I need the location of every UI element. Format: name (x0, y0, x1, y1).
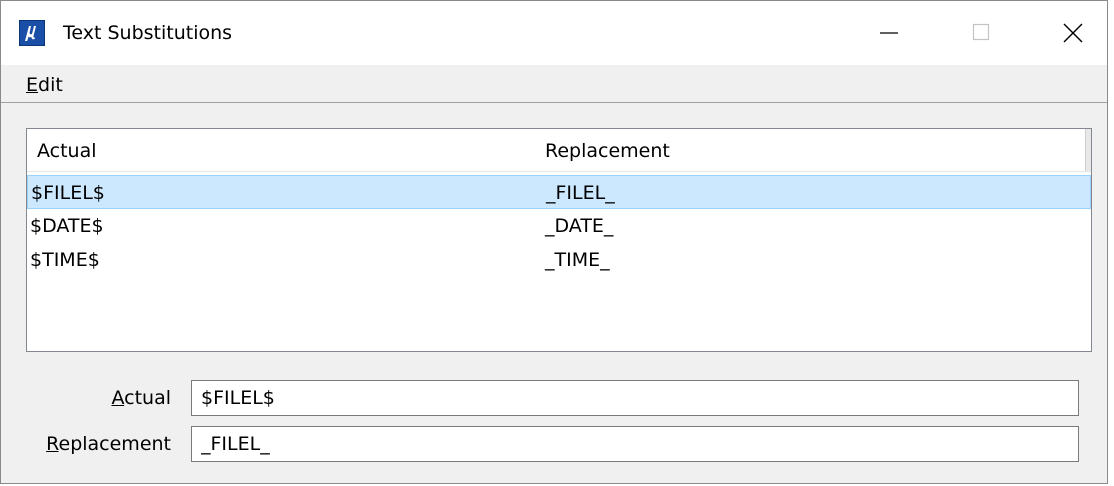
replacement-field-row: Replacement (1, 426, 1107, 462)
table-row[interactable]: $DATE$ _DATE_ (27, 209, 1091, 243)
minimize-icon (880, 32, 898, 34)
minimize-button[interactable] (843, 1, 935, 65)
actual-label: Actual (111, 387, 171, 409)
maximize-icon (972, 23, 990, 41)
maximize-button[interactable] (935, 1, 1027, 65)
close-icon (1063, 23, 1083, 43)
menu-edit[interactable]: Edit (26, 74, 63, 96)
cell-replacement: _DATE_ (545, 215, 614, 237)
menu-bar: Edit (1, 65, 1107, 103)
cell-actual: $FILEL$ (31, 182, 105, 204)
header-end-filler (1085, 129, 1091, 171)
actual-input[interactable] (191, 380, 1079, 416)
microstation-app-icon (19, 20, 45, 46)
column-header-replacement[interactable]: Replacement (545, 139, 670, 163)
title-bar[interactable]: Text Substitutions (1, 1, 1107, 65)
list-rows: $FILEL$ _FILEL_ $DATE$ _DATE_ $TIME$ _TI… (27, 175, 1091, 277)
list-header: Actual Replacement (27, 129, 1091, 172)
replacement-input[interactable] (191, 426, 1079, 462)
replacement-label: Replacement (46, 433, 171, 455)
text-substitutions-window: Text Substitutions Edit Actual Replaceme… (0, 0, 1108, 484)
cell-actual: $TIME$ (30, 249, 100, 271)
table-row[interactable]: $TIME$ _TIME_ (27, 243, 1091, 277)
close-button[interactable] (1027, 1, 1114, 65)
window-title: Text Substitutions (63, 22, 233, 44)
actual-field-row: Actual (1, 380, 1107, 416)
column-header-actual[interactable]: Actual (37, 139, 97, 163)
table-row[interactable]: $FILEL$ _FILEL_ (27, 175, 1091, 209)
cell-replacement: _FILEL_ (546, 182, 615, 204)
cell-actual: $DATE$ (30, 215, 104, 237)
cell-replacement: _TIME_ (545, 249, 610, 271)
substitutions-list[interactable]: Actual Replacement $FILEL$ _FILEL_ $DATE… (26, 128, 1092, 352)
